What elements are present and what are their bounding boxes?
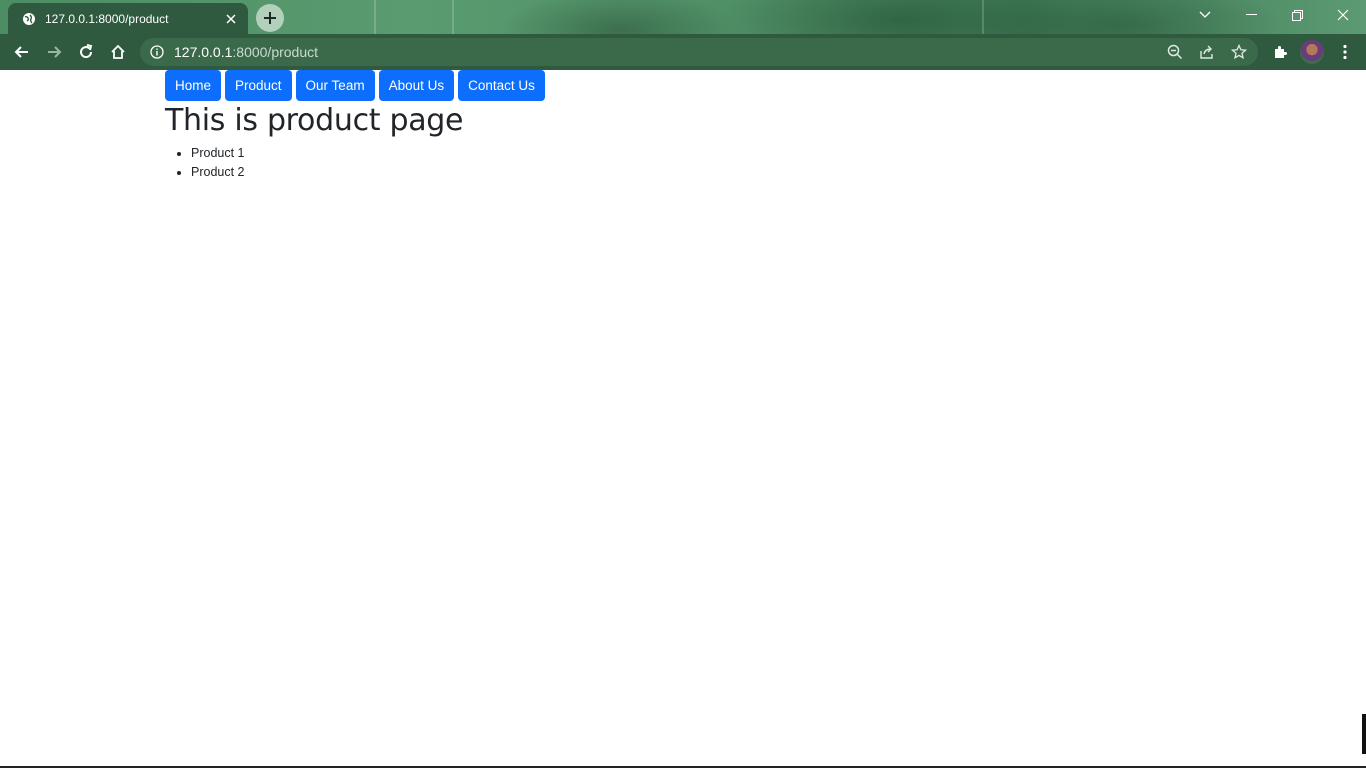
theme-decoration <box>982 0 984 34</box>
close-icon[interactable] <box>224 12 238 26</box>
restore-icon <box>1291 9 1303 21</box>
address-bar[interactable]: 127.0.0.1:8000/product <box>140 38 1258 66</box>
tab-search-button[interactable] <box>1185 4 1225 26</box>
reload-icon <box>80 44 93 59</box>
info-icon[interactable] <box>150 45 164 59</box>
browser-chrome: 127.0.0.1:8000/product 127.0.0.1:8000/p… <box>0 0 1366 70</box>
star-icon[interactable] <box>1230 44 1248 60</box>
reload-button[interactable] <box>73 40 99 64</box>
browser-toolbar: 127.0.0.1:8000/product <box>0 34 1366 70</box>
product-list: Product 1 Product 2 <box>165 144 545 182</box>
nav-our-team-button[interactable]: Our Team <box>295 70 375 101</box>
nav-home-button[interactable]: Home <box>165 70 222 101</box>
minimize-button[interactable] <box>1231 4 1271 26</box>
globe-icon <box>22 12 36 26</box>
kebab-menu-icon <box>1343 44 1347 60</box>
restore-button[interactable] <box>1277 4 1317 26</box>
puzzle-icon <box>1275 46 1287 58</box>
nav-contact-us-button[interactable]: Contact Us <box>458 70 545 101</box>
back-button[interactable] <box>9 40 35 64</box>
tab-title: 127.0.0.1:8000/product <box>45 11 169 26</box>
close-icon <box>1337 9 1349 21</box>
browser-menu-button[interactable] <box>1332 40 1358 64</box>
new-tab-button[interactable] <box>256 4 284 32</box>
back-arrow-icon <box>14 46 28 58</box>
theme-decoration <box>452 0 454 34</box>
list-item: Product 1 <box>191 144 545 163</box>
avatar[interactable] <box>1300 40 1324 64</box>
nav-product-button[interactable]: Product <box>225 70 292 101</box>
page-title: This is product page <box>165 103 464 138</box>
zoom-out-icon[interactable] <box>1166 44 1184 60</box>
home-button[interactable] <box>105 40 131 64</box>
theme-decoration <box>374 0 376 34</box>
page-content: Home Product Our Team About Us Contact U… <box>0 70 1366 768</box>
forward-arrow-icon <box>48 46 62 58</box>
browser-tab[interactable]: 127.0.0.1:8000/product <box>8 3 248 34</box>
list-item: Product 2 <box>191 163 545 182</box>
plus-icon <box>264 12 276 24</box>
extensions-button[interactable] <box>1267 40 1293 64</box>
url-host: 127.0.0.1 <box>174 44 233 60</box>
content-container: Home Product Our Team About Us Contact U… <box>165 70 545 182</box>
nav-about-us-button[interactable]: About Us <box>378 70 455 101</box>
main-nav: Home Product Our Team About Us Contact U… <box>165 70 545 101</box>
forward-button[interactable] <box>41 40 67 64</box>
chevron-down-icon <box>1199 11 1211 18</box>
minimize-icon <box>1245 14 1257 15</box>
scrollbar-thumb[interactable] <box>1362 714 1366 754</box>
home-icon <box>111 44 125 59</box>
close-window-button[interactable] <box>1323 4 1363 26</box>
share-icon[interactable] <box>1198 44 1216 60</box>
url-path: :8000/product <box>232 44 319 60</box>
